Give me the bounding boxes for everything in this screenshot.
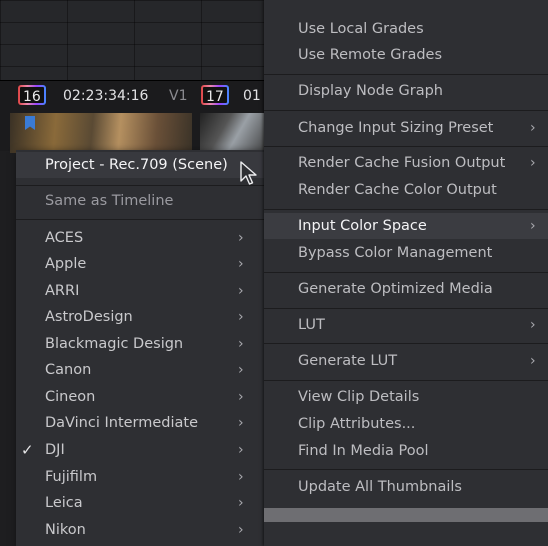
chevron-right-icon: › [238, 522, 244, 538]
menu-item-leica[interactable]: Leica › [16, 490, 264, 516]
menu-item-label: Update All Thumbnails [298, 479, 462, 495]
menu-item-label: DaVinci Intermediate [45, 415, 199, 431]
menu-item-find-in-media-pool[interactable]: Find In Media Pool [264, 438, 548, 464]
menu-separator [264, 308, 548, 309]
checkmark-icon: ✓ [21, 441, 34, 459]
menu-item-label: Generate LUT [298, 353, 398, 369]
menu-item-project-rec709[interactable]: Project - Rec.709 (Scene) [16, 152, 264, 178]
menu-separator [16, 185, 264, 186]
chevron-right-icon: › [238, 469, 244, 485]
menu-item-astrodesign[interactable]: AstroDesign › [16, 304, 264, 330]
menu-separator [264, 380, 548, 381]
scrollbar-track[interactable] [264, 508, 548, 522]
menu-item-aces[interactable]: ACES › [16, 225, 264, 251]
menu-item-label: Clip Attributes... [298, 416, 416, 432]
clip-number-badge-17[interactable]: 17 [201, 85, 229, 105]
chevron-right-icon: › [238, 415, 244, 431]
menu-item-label: Generate Optimized Media [298, 281, 493, 297]
menu-item-label: Leica [45, 495, 83, 511]
chevron-right-icon: › [530, 218, 536, 234]
menu-item-bypass-color-management[interactable]: Bypass Color Management [264, 240, 548, 266]
input-color-space-submenu: Project - Rec.709 (Scene) Same as Timeli… [16, 150, 264, 546]
menu-item-label: Use Local Grades [298, 21, 424, 37]
menu-item-label: Change Input Sizing Preset [298, 120, 494, 136]
clip-track-label: V1 [169, 88, 188, 104]
menu-item-label: View Clip Details [298, 389, 420, 405]
menu-separator [16, 219, 264, 220]
menu-separator [264, 74, 548, 75]
menu-item-label: Fujifilm [45, 469, 98, 485]
menu-item-fujifilm[interactable]: Fujifilm › [16, 464, 264, 490]
chevron-right-icon: › [530, 317, 536, 333]
chevron-right-icon: › [238, 309, 244, 325]
menu-item-same-as-timeline[interactable]: Same as Timeline [16, 188, 264, 214]
menu-item-label: Use Remote Grades [298, 47, 443, 63]
menu-item-label: Render Cache Fusion Output [298, 155, 506, 171]
menu-item-label: Apple [45, 256, 87, 272]
timeline-grid [0, 0, 268, 80]
menu-item-render-cache-color-output[interactable]: Render Cache Color Output [264, 177, 548, 203]
chevron-right-icon: › [530, 353, 536, 369]
menu-item-label: Nikon [45, 522, 86, 538]
menu-item-view-clip-details[interactable]: View Clip Details [264, 384, 548, 410]
menu-item-input-color-space[interactable]: Input Color Space › [264, 213, 548, 239]
clip-thumbnail[interactable] [10, 113, 192, 153]
clip-thumbnail-2[interactable] [200, 113, 268, 153]
menu-item-arri[interactable]: ARRI › [16, 278, 264, 304]
chevron-right-icon: › [238, 230, 244, 246]
menu-item-update-all-thumbnails[interactable]: Update All Thumbnails [264, 474, 548, 500]
menu-item-label: LUT [298, 317, 325, 333]
mouse-cursor-icon [240, 161, 257, 185]
menu-item-label: Render Cache Color Output [298, 182, 497, 198]
menu-item-change-input-sizing-preset[interactable]: Change Input Sizing Preset › [264, 115, 548, 141]
menu-item-label: ACES [45, 230, 84, 246]
menu-item-label: Canon [45, 362, 92, 378]
menu-item-label: Cineon [45, 389, 96, 405]
menu-separator [264, 146, 548, 147]
menu-item-label: DJI [45, 442, 65, 458]
menu-item-label: Bypass Color Management [298, 245, 493, 261]
clip-context-menu: Use Local Grades Use Remote Grades Displ… [264, 0, 548, 546]
chevron-right-icon: › [530, 155, 536, 171]
chevron-right-icon: › [238, 283, 244, 299]
menu-separator [264, 209, 548, 210]
clip-timecode-2: 01 [243, 88, 261, 104]
menu-separator [264, 272, 548, 273]
menu-item-label: Input Color Space [298, 218, 427, 234]
chevron-right-icon: › [238, 495, 244, 511]
menu-item-generate-optimized-media[interactable]: Generate Optimized Media [264, 276, 548, 302]
clip-timecode: 02:23:34:16 [63, 88, 149, 104]
menu-item-nikon[interactable]: Nikon › [16, 517, 264, 543]
chevron-right-icon: › [238, 256, 244, 272]
menu-item-label: Find In Media Pool [298, 443, 429, 459]
menu-item-dji[interactable]: ✓ DJI › [16, 437, 264, 463]
menu-item-lut[interactable]: LUT › [264, 312, 548, 338]
chevron-right-icon: › [238, 362, 244, 378]
menu-item-label: ARRI [45, 283, 80, 299]
menu-item-label: Blackmagic Design [45, 336, 184, 352]
menu-item-label: Project - Rec.709 (Scene) [45, 157, 228, 173]
chevron-right-icon: › [238, 442, 244, 458]
menu-item-generate-lut[interactable]: Generate LUT › [264, 348, 548, 374]
menu-item-davinci-intermediate[interactable]: DaVinci Intermediate › [16, 410, 264, 436]
menu-item-render-cache-fusion-output[interactable]: Render Cache Fusion Output › [264, 150, 548, 176]
menu-item-use-local-grades[interactable]: Use Local Grades [264, 16, 548, 42]
menu-item-clip-attributes[interactable]: Clip Attributes... [264, 411, 548, 437]
menu-item-label: Display Node Graph [298, 83, 443, 99]
chevron-right-icon: › [238, 389, 244, 405]
menu-item-use-remote-grades[interactable]: Use Remote Grades [264, 42, 548, 68]
chevron-right-icon: › [530, 120, 536, 136]
menu-separator [264, 343, 548, 344]
menu-separator [264, 469, 548, 470]
menu-item-label: AstroDesign [45, 309, 133, 325]
chevron-right-icon: › [238, 336, 244, 352]
menu-item-cineon[interactable]: Cineon › [16, 384, 264, 410]
menu-separator [264, 110, 548, 111]
menu-item-display-node-graph[interactable]: Display Node Graph [264, 78, 548, 104]
menu-item-label: Same as Timeline [45, 193, 174, 209]
menu-item-apple[interactable]: Apple › [16, 251, 264, 277]
clip-number-badge-16[interactable]: 16 [18, 85, 46, 105]
menu-item-canon[interactable]: Canon › [16, 357, 264, 383]
menu-item-blackmagic-design[interactable]: Blackmagic Design › [16, 331, 264, 357]
